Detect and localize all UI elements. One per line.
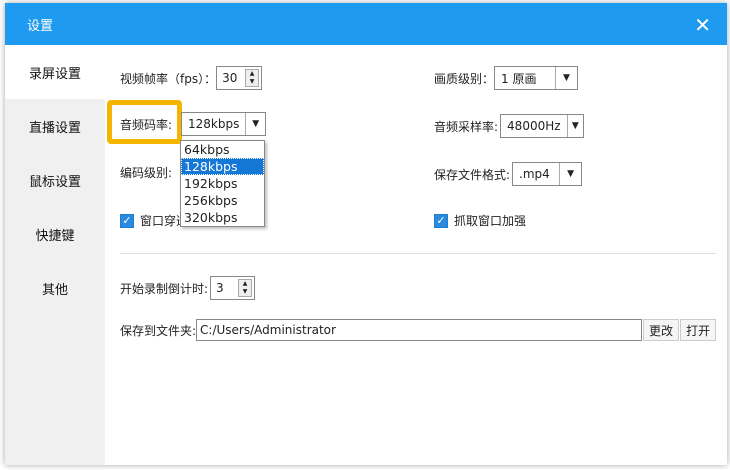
folder-input[interactable]: C:/Users/Administrator	[196, 319, 643, 341]
sidebar-item-label: 鼠标设置	[28, 174, 81, 190]
fps-stepper[interactable]: 30 ▲ ▼	[216, 66, 263, 90]
format-row: 保存文件格式: .mp4 ▼	[434, 162, 583, 186]
capture-enhance-checkbox[interactable]: ✓ 抓取窗口加强	[434, 212, 526, 229]
countdown-label: 开始录制倒计时:	[120, 281, 209, 296]
sample-rate-row: 音频采样率: 48000Hz ▼	[434, 114, 585, 138]
audio-bitrate-label: 音频码率:	[120, 117, 173, 132]
format-value: .mp4	[519, 167, 550, 181]
sample-rate-value: 48000Hz	[507, 119, 561, 133]
sidebar: 录屏设置 直播设置 鼠标设置 快捷键 其他	[5, 45, 105, 465]
dropdown-option[interactable]: 64kbps	[181, 141, 264, 158]
audio-bitrate-select[interactable]: 128kbps ▼	[181, 112, 266, 136]
chevron-down-icon: ▼	[555, 67, 577, 89]
chevron-down-icon: ▼	[559, 163, 581, 185]
checkmark-icon: ✓	[434, 213, 448, 228]
quality-select[interactable]: 1 原画 ▼	[494, 66, 579, 90]
change-label: 更改	[649, 323, 674, 338]
quality-value: 1 原画	[501, 71, 537, 86]
open-label: 打开	[686, 323, 711, 338]
sidebar-item-shortcuts[interactable]: 快捷键	[5, 207, 105, 261]
folder-row: 保存到文件夹: C:/Users/Administrator 更改 打开	[120, 319, 717, 341]
sample-rate-label: 音频采样率:	[434, 119, 499, 134]
folder-value: C:/Users/Administrator	[200, 323, 336, 337]
quality-row: 画质级别： 1 原画 ▼	[434, 66, 579, 90]
fps-value: 30	[222, 71, 238, 85]
dropdown-option[interactable]: 192kbps	[181, 175, 264, 192]
countdown-value: 3	[216, 281, 224, 295]
settings-dialog: 设置 ✕ 录屏设置 直播设置 鼠标设置 快捷键 其他	[5, 3, 727, 465]
fps-row: 视频帧率（fps）： 30 ▲ ▼	[120, 66, 263, 90]
encode-level-row: 编码级别:	[120, 164, 172, 181]
folder-label: 保存到文件夹:	[120, 323, 197, 338]
chevron-down-icon: ▼	[566, 115, 584, 137]
format-label: 保存文件格式:	[434, 167, 511, 182]
spin-arrows-icon[interactable]: ▲ ▼	[238, 279, 253, 297]
fps-label: 视频帧率（fps）：	[120, 71, 217, 86]
divider	[120, 253, 716, 254]
sidebar-item-label: 其他	[41, 282, 68, 298]
dropdown-option[interactable]: 256kbps	[181, 192, 264, 209]
quality-label: 画质级别：	[434, 71, 495, 86]
chevron-down-icon: ▼	[245, 113, 265, 135]
spin-arrows-icon[interactable]: ▲ ▼	[245, 69, 260, 87]
window-through-checkbox[interactable]: ✓ 窗口穿透	[120, 212, 188, 229]
sidebar-item-label: 快捷键	[35, 228, 75, 244]
checkmark-icon: ✓	[120, 213, 134, 228]
sidebar-item-other[interactable]: 其他	[5, 261, 105, 315]
audio-bitrate-row: 音频码率: 128kbps ▼	[120, 112, 266, 136]
sidebar-item-record[interactable]: 录屏设置	[5, 45, 105, 99]
sample-rate-select[interactable]: 48000Hz ▼	[500, 114, 585, 138]
sidebar-item-label: 直播设置	[28, 120, 81, 136]
audio-bitrate-dropdown: 64kbps 128kbps 192kbps 256kbps 320kbps	[180, 140, 265, 227]
dropdown-option-selected[interactable]: 128kbps	[181, 158, 264, 175]
sidebar-item-live[interactable]: 直播设置	[5, 99, 105, 153]
sidebar-item-label: 录屏设置	[28, 66, 81, 82]
change-folder-button[interactable]: 更改	[643, 319, 680, 341]
countdown-row: 开始录制倒计时: 3 ▲ ▼	[120, 276, 256, 300]
dropdown-option[interactable]: 320kbps	[181, 209, 264, 226]
format-select[interactable]: .mp4 ▼	[512, 162, 583, 186]
title-bar: 设置 ✕	[5, 3, 727, 45]
encode-level-label: 编码级别:	[120, 166, 173, 180]
countdown-stepper[interactable]: 3 ▲ ▼	[210, 276, 256, 300]
open-folder-button[interactable]: 打开	[680, 319, 717, 341]
sidebar-item-mouse[interactable]: 鼠标设置	[5, 153, 105, 207]
dialog-title: 设置	[27, 18, 54, 34]
audio-bitrate-value: 128kbps	[188, 117, 240, 131]
capture-enhance-label: 抓取窗口加强	[454, 214, 527, 228]
close-icon[interactable]: ✕	[694, 13, 711, 37]
